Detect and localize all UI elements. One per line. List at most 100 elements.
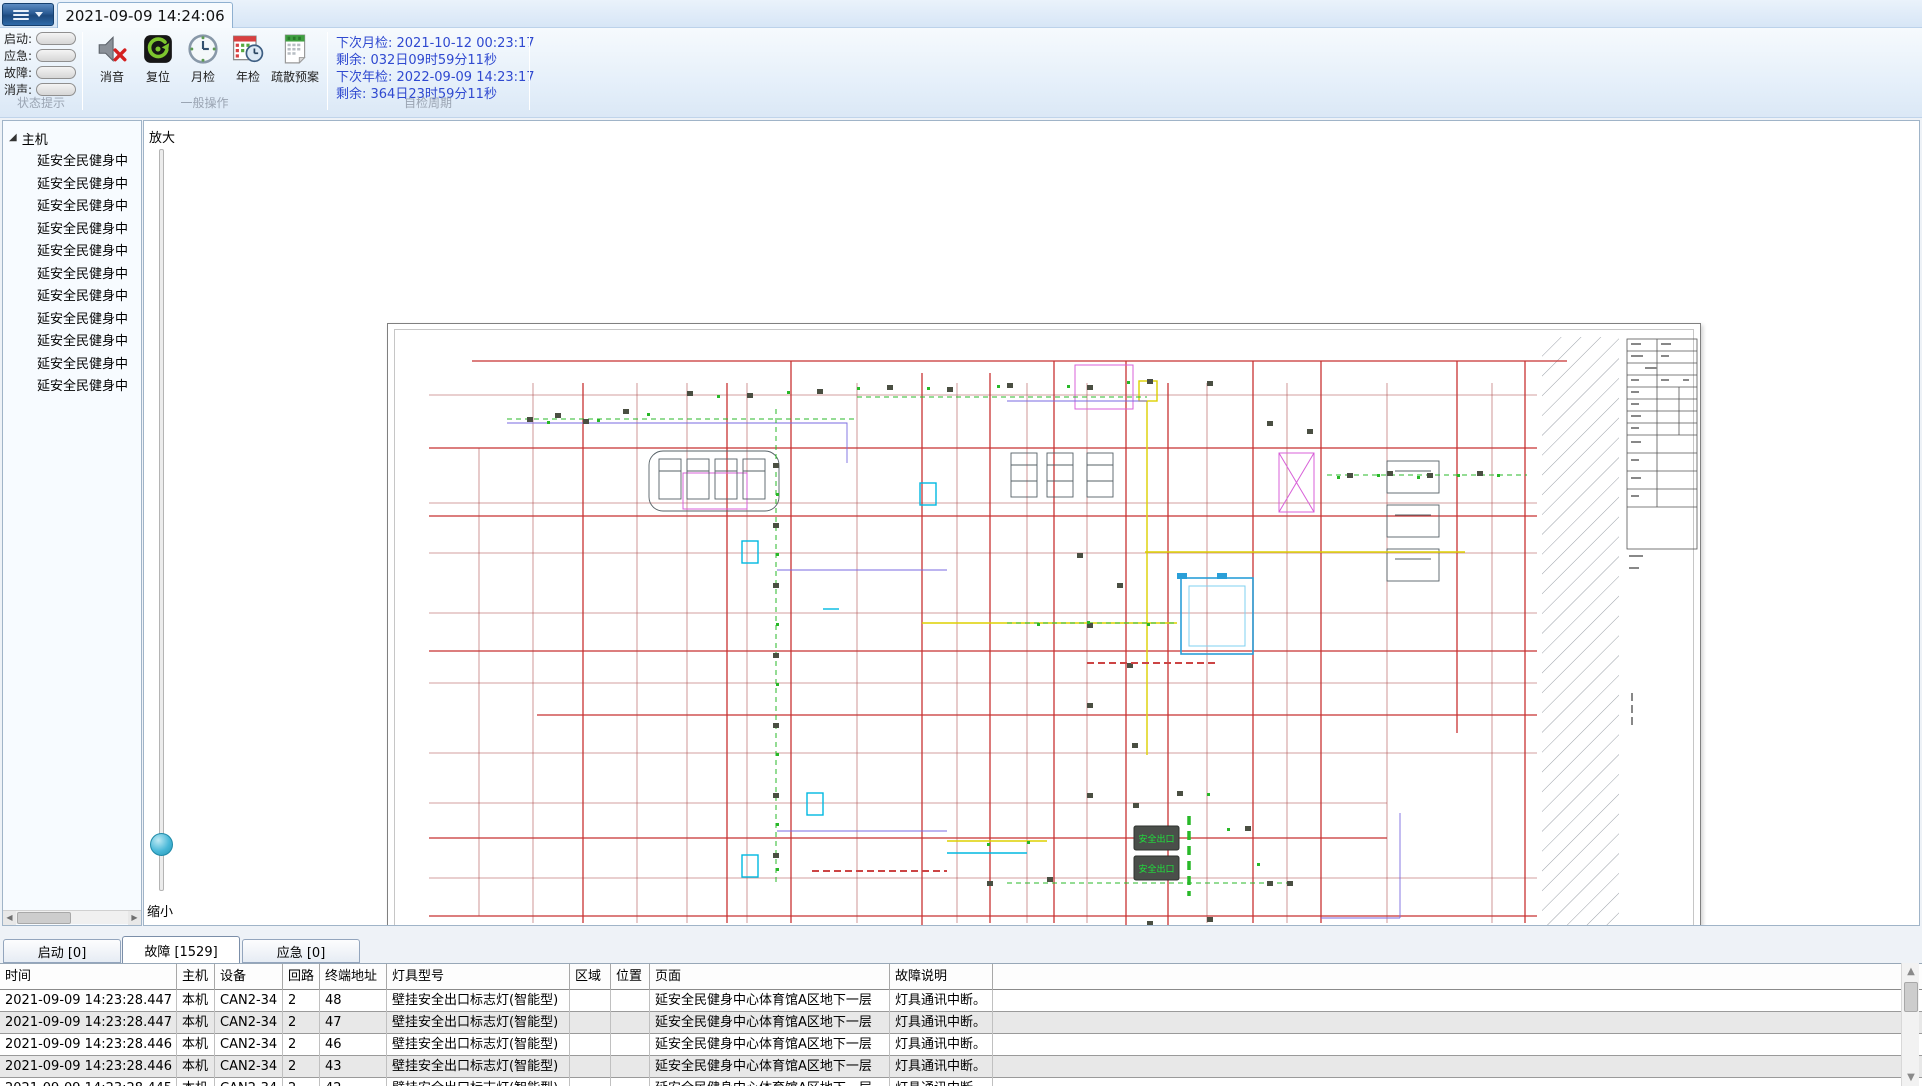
column-header[interactable]: 终端地址 (320, 964, 387, 990)
sidebar-item-host[interactable]: 延安全民健身中 (3, 196, 141, 219)
table-cell: CAN2-34 (215, 1034, 283, 1056)
tree-root-host[interactable]: ◢ 主机 (9, 129, 48, 148)
column-header[interactable]: 灯具型号 (387, 964, 570, 990)
column-header[interactable]: 主机 (177, 964, 215, 990)
scrollbar-thumb[interactable] (1904, 982, 1918, 1012)
table-cell: 本机 (177, 1012, 215, 1034)
table-cell: 本机 (177, 990, 215, 1012)
main-menu-button[interactable] (2, 3, 54, 26)
exit-sign: 安全出口 (1134, 826, 1179, 850)
group-caption-selfcheck: 自检周期 (327, 94, 529, 110)
table-cell (611, 1012, 650, 1034)
zoom-slider-track[interactable] (159, 149, 164, 891)
status-indicator-start (36, 32, 76, 45)
cad-drawing[interactable]: 安全出口 安全出口 (387, 323, 1701, 926)
sidebar-item-host[interactable]: 延安全民健身中 (3, 174, 141, 197)
table-cell: 本机 (177, 1056, 215, 1078)
column-header[interactable]: 设备 (215, 964, 283, 990)
current-time-tab[interactable]: 2021-09-09 14:24:06 (57, 2, 233, 28)
status-indicator-emergency (36, 49, 76, 62)
sidebar-item-host[interactable]: 延安全民健身中 (3, 309, 141, 332)
event-log-panel: 启动 [0] 故障 [1529] 应急 [0] 时间主机设备回路终端地址灯具型号… (0, 936, 1922, 1086)
table-cell: CAN2-34 (215, 1056, 283, 1078)
table-row[interactable]: 2021-09-09 14:23:28.446本机CAN2-34246壁挂安全出… (0, 1034, 1922, 1056)
tree-expand-icon[interactable]: ◢ (9, 132, 17, 143)
table-cell (611, 1056, 650, 1078)
status-label-fault: 故障: (4, 65, 32, 80)
annual-check-button[interactable]: 年检 (224, 32, 272, 92)
table-row[interactable]: 2021-09-09 14:23:28.446本机CAN2-34243壁挂安全出… (0, 1056, 1922, 1078)
column-header[interactable]: 回路 (283, 964, 320, 990)
clock-icon (187, 33, 219, 65)
table-cell: 2 (283, 1034, 320, 1056)
table-cell: 灯具通讯中断。 (890, 1012, 993, 1034)
table-body: 2021-09-09 14:23:28.447本机CAN2-34248壁挂安全出… (0, 990, 1922, 1086)
svg-text:安全出口: 安全出口 (1138, 863, 1174, 875)
table-cell: 灯具通讯中断。 (890, 990, 993, 1012)
sidebar-item-host[interactable]: 延安全民健身中 (3, 286, 141, 309)
mute-speaker-icon (96, 33, 128, 65)
reset-button[interactable]: 复位 (134, 32, 182, 92)
column-header[interactable]: 时间 (0, 964, 177, 990)
scrollbar-thumb[interactable] (17, 912, 71, 924)
calendar-clock-icon (232, 33, 264, 65)
monthly-check-button[interactable]: 月检 (179, 32, 227, 92)
table-cell: 壁挂安全出口标志灯(智能型) (387, 990, 570, 1012)
chevron-down-icon (35, 12, 43, 17)
zoom-out-label: 缩小 (147, 901, 173, 920)
scroll-left-icon[interactable]: ◀ (3, 911, 16, 925)
table-cell: 壁挂安全出口标志灯(智能型) (387, 1034, 570, 1056)
tab-fault-events[interactable]: 故障 [1529] (122, 936, 240, 963)
status-label-start: 启动: (4, 31, 32, 46)
table-cell (570, 1034, 611, 1056)
table-row[interactable]: 2021-09-09 14:23:28.447本机CAN2-34248壁挂安全出… (0, 990, 1922, 1012)
column-header[interactable]: 区域 (570, 964, 611, 990)
zoom-slider-thumb[interactable] (150, 833, 173, 856)
floorplan-canvas[interactable]: 放大 缩小 (143, 120, 1920, 926)
sidebar-item-host[interactable]: 延安全民健身中 (3, 151, 141, 174)
scroll-down-icon[interactable]: ▼ (1902, 1069, 1920, 1086)
column-header[interactable]: 位置 (611, 964, 650, 990)
sidebar-item-host[interactable]: 延安全民健身中 (3, 376, 141, 399)
table-cell: 2021-09-09 14:23:28.445 (0, 1078, 177, 1086)
sidebar-item-host[interactable]: 延安全民健身中 (3, 264, 141, 287)
table-cell: 灯具通讯中断。 (890, 1034, 993, 1056)
table-cell: CAN2-34 (215, 990, 283, 1012)
scroll-right-icon[interactable]: ▶ (128, 911, 141, 925)
mute-button[interactable]: 消音 (88, 32, 136, 92)
evacuation-plan-button[interactable]: 疏散预案 (266, 32, 324, 92)
table-cell: 延安全民健身中心体育馆A区地下一层 (650, 990, 890, 1012)
sidebar-item-host[interactable]: 延安全民健身中 (3, 331, 141, 354)
table-cell: 2 (283, 1078, 320, 1086)
table-cell: 壁挂安全出口标志灯(智能型) (387, 1012, 570, 1034)
table-cell: 本机 (177, 1078, 215, 1086)
table-cell: 2 (283, 1012, 320, 1034)
status-indicator-fault (36, 66, 76, 79)
table-vertical-scrollbar[interactable]: ▲ ▼ (1901, 963, 1919, 1086)
sidebar-item-host[interactable]: 延安全民健身中 (3, 354, 141, 377)
tab-emergency-events[interactable]: 应急 [0] (242, 939, 360, 963)
sidebar-item-host[interactable]: 延安全民健身中 (3, 219, 141, 242)
column-header[interactable]: 故障说明 (890, 964, 993, 990)
table-cell: 2021-09-09 14:23:28.447 (0, 1012, 177, 1034)
column-header[interactable]: 页面 (650, 964, 890, 990)
sidebar-horizontal-scrollbar[interactable]: ◀ ▶ (3, 910, 141, 924)
table-cell (611, 1034, 650, 1056)
table-cell: 43 (320, 1056, 387, 1078)
sidebar-items: 延安全民健身中延安全民健身中延安全民健身中延安全民健身中延安全民健身中延安全民健… (3, 151, 141, 399)
sidebar-item-host[interactable]: 延安全民健身中 (3, 241, 141, 264)
scroll-up-icon[interactable]: ▲ (1902, 963, 1920, 980)
table-row[interactable]: 2021-09-09 14:23:28.445本机CAN2-34242壁挂安全出… (0, 1078, 1922, 1086)
table-cell (611, 990, 650, 1012)
table-cell: 46 (320, 1034, 387, 1056)
table-header-row: 时间主机设备回路终端地址灯具型号区域位置页面故障说明 (0, 964, 1922, 990)
table-cell: CAN2-34 (215, 1078, 283, 1086)
table-cell: 2021-09-09 14:23:28.446 (0, 1034, 177, 1056)
group-caption-actions: 一般操作 (82, 94, 327, 110)
application-window: 2021-09-09 14:24:06 启动: 应急: 故障: 消声: 状态提示… (0, 0, 1922, 1086)
table-row[interactable]: 2021-09-09 14:23:28.447本机CAN2-34247壁挂安全出… (0, 1012, 1922, 1034)
hatch-band (1542, 337, 1619, 926)
log-tabs: 启动 [0] 故障 [1529] 应急 [0] (0, 936, 1922, 963)
tab-start-events[interactable]: 启动 [0] (3, 939, 121, 963)
zoom-in-label: 放大 (149, 127, 175, 146)
